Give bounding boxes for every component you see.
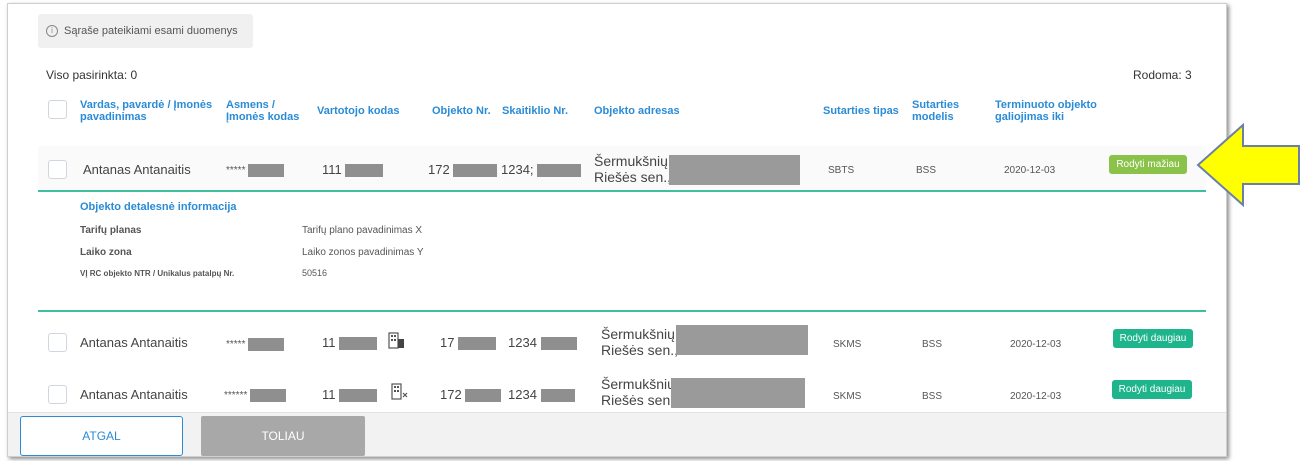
col-header-meter-no[interactable]: Skaitiklio Nr. <box>502 105 568 117</box>
shown-count: Rodoma: 3 <box>1133 68 1192 82</box>
row-name: Antanas Antanaitis <box>80 387 188 402</box>
col-header-contract-model[interactable]: Sutarties modelis <box>912 99 972 123</box>
row-address: Šermukšnių Riešės sen., <box>594 153 672 185</box>
row-checkbox[interactable] <box>48 160 67 179</box>
show-more-button[interactable]: Rodyti daugiau <box>1113 329 1193 348</box>
col-header-object-no[interactable]: Objekto Nr. <box>432 105 491 117</box>
row-person-code: ***** <box>226 164 285 177</box>
details-separator-bottom <box>38 310 1206 312</box>
row-consumer-code: 11 <box>322 387 378 403</box>
details-value-tariff: Tarifų plano pavadinimas X <box>302 225 423 236</box>
col-header-address[interactable]: Objekto adresas <box>594 105 680 117</box>
col-header-name[interactable]: Vardas, pavardė / Įmonės pavadinimas <box>80 99 220 123</box>
row-address: Šermukšnių Riešės sen., <box>601 376 679 408</box>
details-title: Objekto detalesnė informacija <box>80 201 237 213</box>
row-contract-model: BSS <box>916 165 937 176</box>
row-name: Antanas Antanaitis <box>80 335 188 350</box>
row-meter-no: 1234 <box>508 387 575 403</box>
row-object-no: 17 <box>440 335 497 351</box>
selected-count: Viso pasirinkta: 0 <box>46 68 138 82</box>
row-contract-model: BSS <box>922 391 943 402</box>
next-button[interactable]: TOLIAU <box>201 416 365 456</box>
show-more-button[interactable]: Rodyti daugiau <box>1112 380 1192 399</box>
row-contract-model: BSS <box>922 339 943 350</box>
info-notice-text: Sąraše pateikiami esami duomenys <box>64 25 238 37</box>
details-value-ntr: 50516 <box>302 268 328 278</box>
col-header-consumer-code[interactable]: Vartotojo kodas <box>317 105 400 117</box>
row-checkbox[interactable] <box>48 385 67 404</box>
info-notice: i Sąraše pateikiami esami duomenys <box>38 14 253 48</box>
row-consumer-code: 11 <box>322 335 378 351</box>
row-object-no: 172 <box>428 162 498 178</box>
col-header-person-code[interactable]: Asmens / Įmonės kodas <box>226 99 306 123</box>
show-less-button[interactable]: Rodyti mažiau <box>1109 155 1187 174</box>
back-button[interactable]: ATGAL <box>20 416 183 456</box>
address-redaction <box>671 378 805 408</box>
select-all-checkbox[interactable] <box>48 100 67 119</box>
row-consumer-code: 111 <box>322 162 384 178</box>
row-contract-type: SBTS <box>828 165 855 176</box>
row-name: Antanas Antanaitis <box>83 162 191 177</box>
arrow-annotation-icon <box>1195 122 1303 213</box>
row-expiry: 2020-12-03 <box>1010 339 1062 350</box>
app-window: i Sąraše pateikiami esami duomenys Viso … <box>7 3 1227 457</box>
row-meter-no: 1234; <box>501 162 582 178</box>
row-address: Šermukšnių Riešės sen., <box>601 326 679 358</box>
footer-bar <box>8 412 1226 456</box>
row-expiry: 2020-12-03 <box>1010 391 1062 402</box>
row-person-code: ****** <box>224 389 287 402</box>
row-meter-no: 1234 <box>508 335 577 351</box>
details-label-timezone: Laiko zona <box>80 247 132 258</box>
row-object-no: 172 <box>440 387 502 403</box>
row-contract-type: SKMS <box>833 339 862 350</box>
building-icon <box>386 329 406 349</box>
col-header-contract-type[interactable]: Sutarties tipas <box>823 105 899 117</box>
details-label-tariff: Tarifų planas <box>80 225 142 236</box>
col-header-expiry[interactable]: Terminuoto objekto galiojimas iki <box>995 99 1100 123</box>
address-redaction <box>669 155 800 185</box>
address-redaction <box>676 325 808 355</box>
details-value-timezone: Laiko zonos pavadinimas Y <box>302 247 424 258</box>
info-icon: i <box>46 25 58 37</box>
row-checkbox[interactable] <box>48 333 67 352</box>
details-label-ntr: VĮ RC objekto NTR / Unikalus patalpų Nr. <box>80 269 235 278</box>
row-person-code: ***** <box>226 338 285 351</box>
details-separator-top <box>38 190 1206 192</box>
building-icon <box>389 380 409 400</box>
row-expiry: 2020-12-03 <box>1004 165 1056 176</box>
row-contract-type: SKMS <box>833 391 862 402</box>
